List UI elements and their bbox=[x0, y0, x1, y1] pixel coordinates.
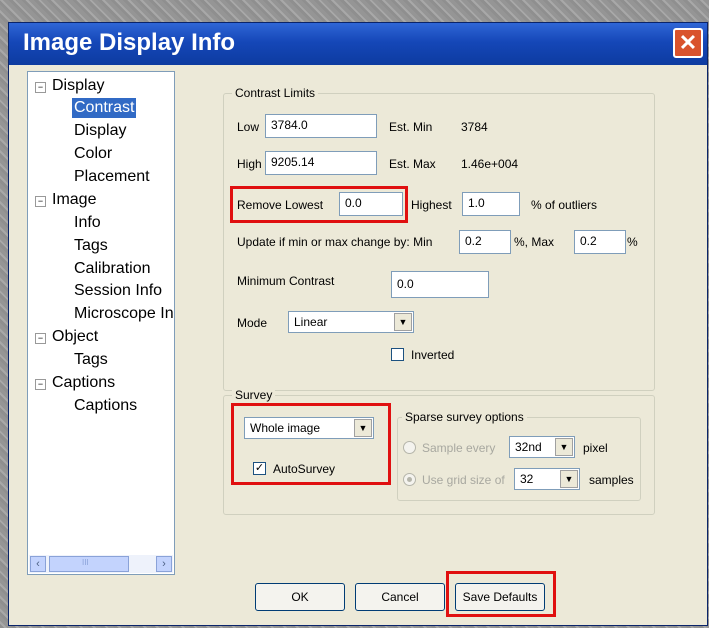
sparse-survey-legend: Sparse survey options bbox=[402, 410, 527, 424]
collapse-captions-icon[interactable]: − bbox=[35, 379, 46, 390]
image-display-info-dialog: Image Display Info ✕ − Display Contrast … bbox=[8, 22, 708, 626]
mode-value: Linear bbox=[294, 315, 328, 329]
scroll-left-icon[interactable]: ‹ bbox=[30, 556, 46, 572]
horizontal-scrollbar[interactable]: ‹ III › bbox=[29, 555, 173, 573]
tree-item-microscope-info[interactable]: Microscope In bbox=[74, 304, 174, 324]
inverted-label: Inverted bbox=[411, 348, 455, 362]
tree-item-info[interactable]: Info bbox=[74, 213, 101, 233]
highlight-remove-lowest bbox=[230, 186, 408, 223]
window-title: Image Display Info bbox=[23, 29, 236, 56]
update-threshold-label: Update if min or max change by: Min bbox=[237, 235, 433, 249]
grid-size-label: Use grid size of bbox=[422, 473, 505, 487]
scroll-grip: III bbox=[82, 558, 89, 567]
collapse-display-icon[interactable]: − bbox=[35, 82, 46, 93]
close-icon: ✕ bbox=[678, 30, 698, 55]
est-min-label: Est. Min bbox=[389, 120, 433, 134]
tree-item-calibration[interactable]: Calibration bbox=[74, 259, 150, 279]
low-field[interactable]: 3784.0 bbox=[265, 114, 377, 138]
tree-item-display-sub[interactable]: Display bbox=[74, 121, 126, 141]
tree-item-captions[interactable]: Captions bbox=[52, 373, 115, 393]
tree-item-captions-sub[interactable]: Captions bbox=[74, 396, 137, 416]
contrast-limits-legend: Contrast Limits bbox=[232, 86, 319, 100]
collapse-object-icon[interactable]: − bbox=[35, 333, 46, 344]
collapse-image-icon[interactable]: − bbox=[35, 196, 46, 207]
cancel-button[interactable]: Cancel bbox=[355, 583, 445, 611]
category-tree[interactable]: − Display Contrast Display Color Placeme… bbox=[27, 71, 175, 575]
scroll-thumb[interactable]: III bbox=[49, 556, 129, 572]
highest-label: Highest bbox=[411, 198, 452, 212]
outliers-label: % of outliers bbox=[531, 198, 598, 212]
tree-item-placement[interactable]: Placement bbox=[74, 167, 150, 187]
highest-field[interactable]: 1.0 bbox=[462, 192, 520, 216]
grid-size-value: 32 bbox=[520, 472, 534, 486]
close-button[interactable]: ✕ bbox=[673, 28, 703, 58]
update-percent-label: % bbox=[627, 235, 638, 249]
highlight-survey-scope bbox=[231, 403, 391, 485]
high-label: High bbox=[237, 157, 262, 171]
samples-label: samples bbox=[589, 473, 634, 487]
inverted-checkbox[interactable] bbox=[391, 348, 404, 361]
sample-every-value: 32nd bbox=[515, 440, 542, 454]
min-contrast-field[interactable]: 0.0 bbox=[391, 271, 489, 298]
tree-item-session-info[interactable]: Session Info bbox=[74, 281, 162, 301]
est-min-value: 3784 bbox=[461, 120, 488, 134]
chevron-down-icon: ▼ bbox=[394, 313, 412, 331]
min-contrast-label: Minimum Contrast bbox=[237, 274, 335, 288]
title-bar[interactable]: Image Display Info ✕ bbox=[9, 23, 707, 65]
tree-item-object[interactable]: Object bbox=[52, 327, 98, 347]
est-max-label: Est. Max bbox=[389, 157, 436, 171]
tree-item-display[interactable]: Display bbox=[52, 76, 104, 96]
tree-item-object-tags[interactable]: Tags bbox=[74, 350, 108, 370]
tree-item-image[interactable]: Image bbox=[52, 190, 96, 210]
chevron-down-icon: ▼ bbox=[555, 438, 573, 456]
scroll-right-icon[interactable]: › bbox=[156, 556, 172, 572]
sample-every-label: Sample every bbox=[422, 441, 496, 455]
pixel-label: pixel bbox=[583, 441, 608, 455]
mode-select[interactable]: Linear ▼ bbox=[288, 311, 414, 333]
sample-every-radio[interactable] bbox=[403, 441, 416, 454]
low-label: Low bbox=[237, 120, 260, 134]
chevron-down-icon: ▼ bbox=[560, 470, 578, 488]
update-max-label: %, Max bbox=[514, 235, 555, 249]
update-max-field[interactable]: 0.2 bbox=[574, 230, 626, 254]
tree-item-tags[interactable]: Tags bbox=[74, 236, 108, 256]
est-max-value: 1.46e+004 bbox=[461, 157, 519, 171]
high-field[interactable]: 9205.14 bbox=[265, 151, 377, 175]
grid-size-radio[interactable] bbox=[403, 473, 416, 486]
sample-every-select[interactable]: 32nd ▼ bbox=[509, 436, 575, 458]
grid-size-select[interactable]: 32 ▼ bbox=[514, 468, 580, 490]
highlight-save-defaults bbox=[446, 571, 556, 617]
mode-label: Mode bbox=[237, 316, 268, 330]
update-min-field[interactable]: 0.2 bbox=[459, 230, 511, 254]
ok-button[interactable]: OK bbox=[255, 583, 345, 611]
tree-item-contrast[interactable]: Contrast bbox=[72, 98, 137, 118]
survey-legend: Survey bbox=[232, 388, 276, 402]
tree-item-color[interactable]: Color bbox=[74, 144, 112, 164]
